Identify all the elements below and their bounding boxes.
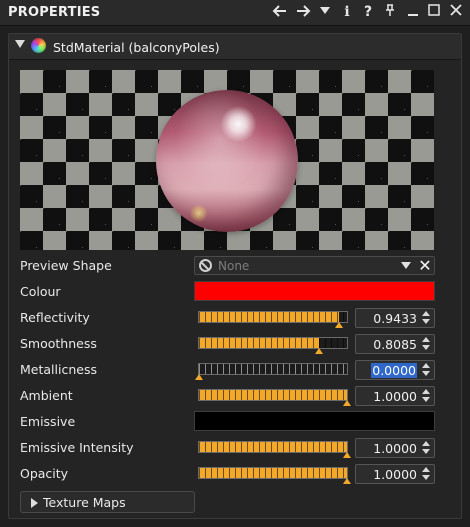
spinner-icon[interactable]: [421, 467, 431, 481]
preview-shape-label: Preview Shape: [20, 258, 112, 273]
reflectivity-value: 0.9433: [373, 311, 417, 326]
chevron-down-icon[interactable]: [401, 262, 411, 269]
pin-icon[interactable]: [381, 3, 399, 21]
slider-thumb[interactable]: [343, 452, 351, 458]
none-icon: [199, 259, 212, 272]
spinner-icon[interactable]: [421, 311, 431, 325]
back-arrow-icon[interactable]: [271, 3, 289, 21]
slider-ticks: [199, 312, 347, 322]
info-icon[interactable]: i: [338, 3, 356, 21]
material-title: StdMaterial (balconyPoles): [53, 40, 220, 55]
preview-shape-value: None: [218, 259, 250, 273]
reflectivity-field[interactable]: 0.9433: [355, 308, 435, 328]
emissive-intensity-value: 1.0000: [373, 441, 417, 456]
opacity-label: Opacity: [20, 466, 69, 481]
ambient-value: 1.0000: [373, 389, 417, 404]
maximize-icon[interactable]: [425, 3, 443, 21]
metallicness-slider[interactable]: [195, 363, 348, 380]
texture-maps-label: Texture Maps: [43, 495, 126, 510]
emissive-swatch[interactable]: [194, 411, 435, 431]
slider-ticks: [199, 364, 347, 374]
spinner-icon[interactable]: [421, 441, 431, 455]
material-header[interactable]: StdMaterial (balconyPoles): [9, 34, 461, 60]
smoothness-label: Smoothness: [20, 336, 97, 351]
opacity-slider[interactable]: [198, 467, 351, 484]
texture-maps-button[interactable]: Texture Maps: [20, 491, 195, 513]
slider-thumb[interactable]: [343, 478, 351, 484]
spinner-icon[interactable]: [421, 389, 431, 403]
metallicness-field[interactable]: 0.0000: [355, 360, 435, 380]
material-preview[interactable]: [20, 70, 434, 250]
preview-sphere: [156, 90, 298, 232]
slider-ticks: [199, 442, 347, 452]
expand-triangle-icon: [31, 498, 38, 508]
metallicness-label: Metallicness: [20, 362, 97, 377]
colour-swatch[interactable]: [194, 281, 435, 301]
clear-icon[interactable]: ✕: [417, 257, 433, 274]
metallicness-value: 0.0000: [371, 363, 417, 378]
help-icon[interactable]: ?: [359, 3, 377, 21]
forward-arrow-icon[interactable]: [294, 3, 312, 21]
close-icon[interactable]: [447, 3, 465, 21]
ambient-field[interactable]: 1.0000: [355, 386, 435, 406]
slider-ticks: [199, 468, 347, 478]
slider-thumb[interactable]: [314, 348, 323, 354]
smoothness-field[interactable]: 0.8085: [355, 334, 435, 354]
smoothness-value: 0.8085: [373, 337, 417, 352]
opacity-field[interactable]: 1.0000: [355, 464, 435, 484]
emissive-label: Emissive: [20, 414, 76, 429]
preview-shape-dropdown[interactable]: None ✕: [194, 256, 435, 275]
dropdown-triangle-icon[interactable]: [316, 3, 334, 21]
spinner-icon[interactable]: [421, 337, 431, 351]
emissive-intensity-slider[interactable]: [198, 441, 351, 458]
ambient-label: Ambient: [20, 388, 73, 403]
opacity-value: 1.0000: [373, 467, 417, 482]
collapse-triangle-icon[interactable]: [15, 40, 25, 48]
colour-label: Colour: [20, 284, 61, 299]
spinner-icon[interactable]: [421, 363, 431, 377]
smoothness-slider[interactable]: [198, 337, 348, 354]
minimize-icon[interactable]: [404, 3, 422, 21]
slider-ticks: [199, 390, 347, 400]
material-sphere-icon: [31, 38, 46, 53]
emissive-intensity-field[interactable]: 1.0000: [355, 438, 435, 458]
reflectivity-label: Reflectivity: [20, 310, 90, 325]
emissive-intensity-label: Emissive Intensity: [20, 440, 134, 455]
panel-title: PROPERTIES: [8, 5, 101, 20]
ambient-slider[interactable]: [198, 389, 351, 406]
properties-titlebar: PROPERTIES i ?: [0, 0, 470, 26]
reflectivity-slider[interactable]: [198, 311, 348, 328]
slider-ticks: [199, 338, 347, 348]
slider-thumb[interactable]: [195, 374, 203, 380]
slider-thumb[interactable]: [334, 322, 343, 328]
slider-thumb[interactable]: [343, 400, 351, 406]
